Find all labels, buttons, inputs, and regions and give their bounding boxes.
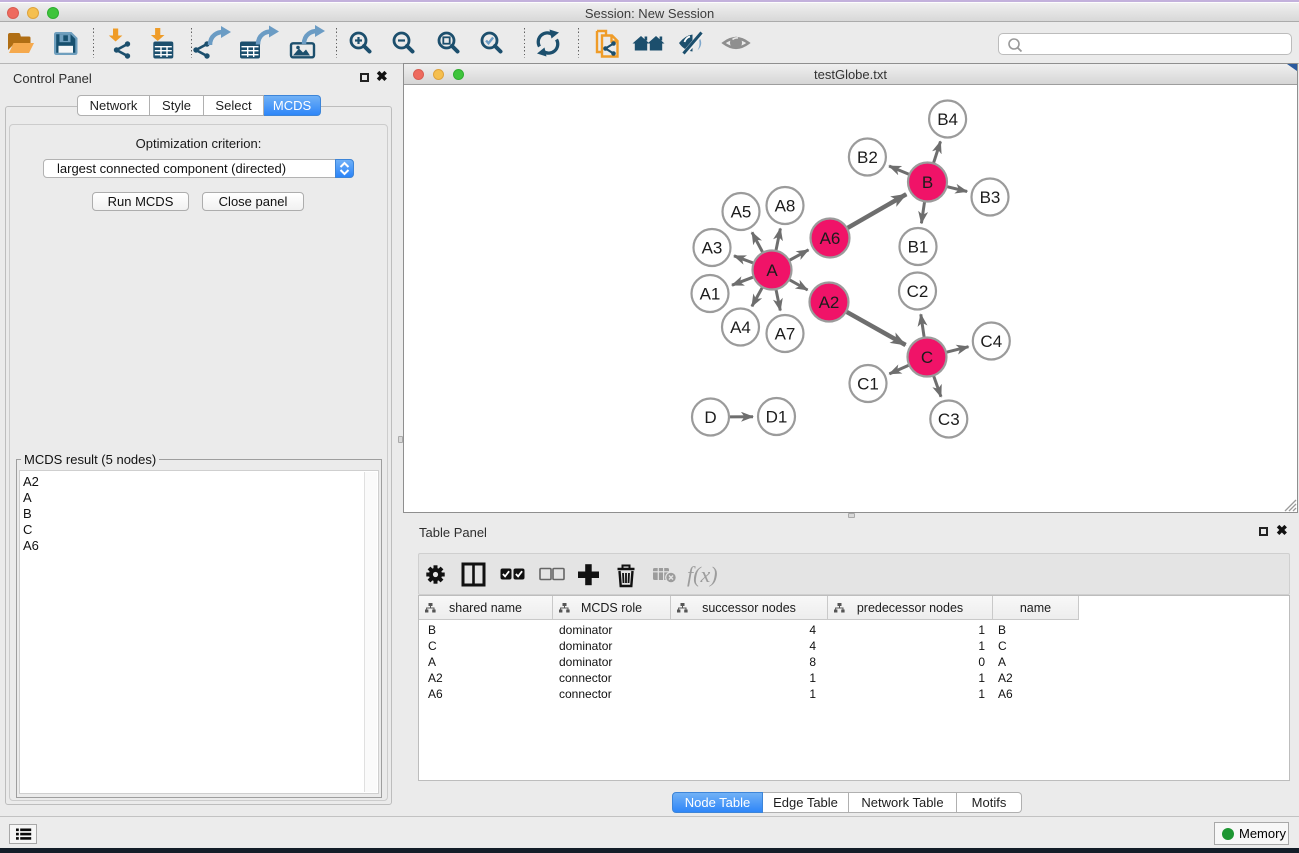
svg-text:A8: A8 [775,197,796,216]
svg-text:A6: A6 [820,229,841,248]
svg-text:A4: A4 [730,318,751,337]
svg-text:D: D [704,408,716,427]
svg-text:A: A [766,261,778,280]
svg-text:B4: B4 [937,110,958,129]
svg-text:A3: A3 [702,239,723,258]
svg-text:C3: C3 [938,410,960,429]
svg-text:A2: A2 [819,293,840,312]
svg-text:A5: A5 [731,203,752,222]
svg-text:f(x): f(x) [687,562,718,587]
svg-text:A7: A7 [775,325,796,344]
svg-text:C: C [921,348,933,367]
svg-text:C4: C4 [980,332,1002,351]
svg-text:C1: C1 [857,375,879,394]
svg-text:A1: A1 [700,285,721,304]
svg-text:B3: B3 [980,188,1001,207]
svg-text:B: B [922,173,933,192]
svg-text:D1: D1 [766,408,788,427]
svg-text:B1: B1 [908,238,929,257]
svg-text:B2: B2 [857,148,878,167]
svg-text:C2: C2 [907,282,929,301]
